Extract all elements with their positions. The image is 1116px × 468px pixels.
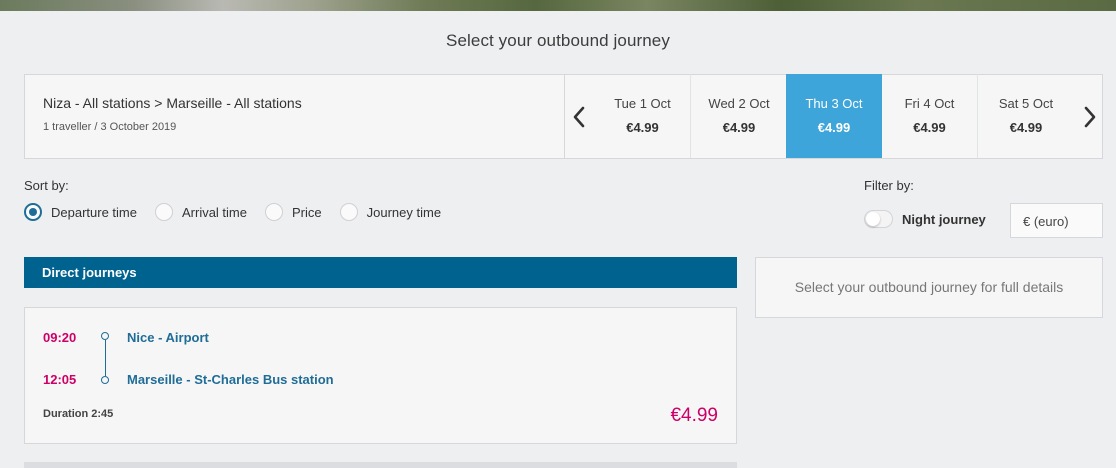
date-selector: Tue 1 Oct €4.99 Wed 2 Oct €4.99 Thu 3 Oc…: [564, 74, 1104, 158]
night-journey-label: Night journey: [902, 211, 986, 227]
route-timeline: [100, 332, 110, 384]
date-price: €4.99: [722, 120, 756, 135]
date-price: €4.99: [817, 120, 851, 135]
sort-label: Sort by:: [24, 178, 69, 193]
journey-details-placeholder: Select your outbound journey for full de…: [755, 257, 1103, 318]
timeline-line: [104, 340, 106, 376]
arrival-time: 12:05: [43, 372, 77, 387]
hero-image-strip: [0, 0, 1116, 11]
radio-icon[interactable]: [339, 203, 358, 221]
departure-time: 09:20: [43, 330, 77, 345]
date-label: Thu 3 Oct: [805, 96, 863, 111]
arrival-dot-icon: [101, 376, 109, 384]
chevron-left-icon[interactable]: [565, 75, 593, 158]
sort-options: Departure time Arrival time Price Journe…: [24, 203, 459, 221]
sort-option-price[interactable]: Price: [265, 203, 322, 221]
night-journey-filter[interactable]: Night journey: [864, 210, 986, 228]
sort-option-label: Journey time: [366, 204, 442, 220]
date-label: Tue 1 Oct: [614, 96, 671, 111]
route-subtitle: 1 traveller / 3 October 2019: [43, 121, 177, 133]
next-journey-card-edge: [24, 462, 737, 468]
journey-price: €4.99: [670, 405, 718, 426]
date-option-0[interactable]: Tue 1 Oct €4.99: [595, 74, 691, 158]
direct-journeys-header: Direct journeys: [24, 257, 737, 288]
date-label: Sat 5 Oct: [998, 96, 1054, 111]
date-price: €4.99: [626, 120, 659, 135]
date-option-1[interactable]: Wed 2 Oct €4.99: [691, 74, 787, 158]
chevron-right-icon[interactable]: [1076, 75, 1104, 158]
currency-select[interactable]: € (euro): [1010, 203, 1103, 238]
sort-option-departure-time[interactable]: Departure time: [24, 203, 137, 221]
arrival-station: Marseille - St-Charles Bus station: [127, 372, 334, 387]
radio-icon[interactable]: [154, 203, 173, 221]
departure-dot-icon: [101, 332, 109, 340]
date-price: €4.99: [913, 120, 946, 135]
page-title: Select your outbound journey: [446, 31, 670, 50]
sort-option-label: Arrival time: [181, 204, 247, 220]
toggle-switch[interactable]: [864, 210, 893, 228]
journey-card[interactable]: 09:20 Nice - Airport 12:05 Marseille - S…: [24, 307, 737, 444]
date-option-2-selected[interactable]: Thu 3 Oct €4.99: [786, 74, 882, 158]
filter-label: Filter by:: [864, 178, 914, 193]
sort-option-journey-time[interactable]: Journey time: [339, 203, 442, 221]
date-label: Wed 2 Oct: [708, 96, 770, 111]
date-price: €4.99: [1009, 120, 1043, 135]
radio-checked-icon[interactable]: [24, 203, 42, 221]
departure-station: Nice - Airport: [127, 330, 209, 345]
route-title: Niza - All stations > Marseille - All st…: [43, 95, 302, 111]
journey-summary-bar: Niza - All stations > Marseille - All st…: [24, 74, 1103, 159]
date-option-4[interactable]: Sat 5 Oct €4.99: [978, 74, 1074, 158]
sort-option-label: Departure time: [51, 204, 137, 220]
sort-option-arrival-time[interactable]: Arrival time: [154, 203, 247, 221]
route-info: Niza - All stations > Marseille - All st…: [43, 95, 302, 133]
radio-icon[interactable]: [265, 203, 283, 221]
sort-option-label: Price: [292, 204, 322, 220]
journey-duration: Duration 2:45: [43, 408, 114, 420]
date-label: Fri 4 Oct: [904, 96, 955, 111]
date-option-3[interactable]: Fri 4 Oct €4.99: [882, 74, 978, 158]
